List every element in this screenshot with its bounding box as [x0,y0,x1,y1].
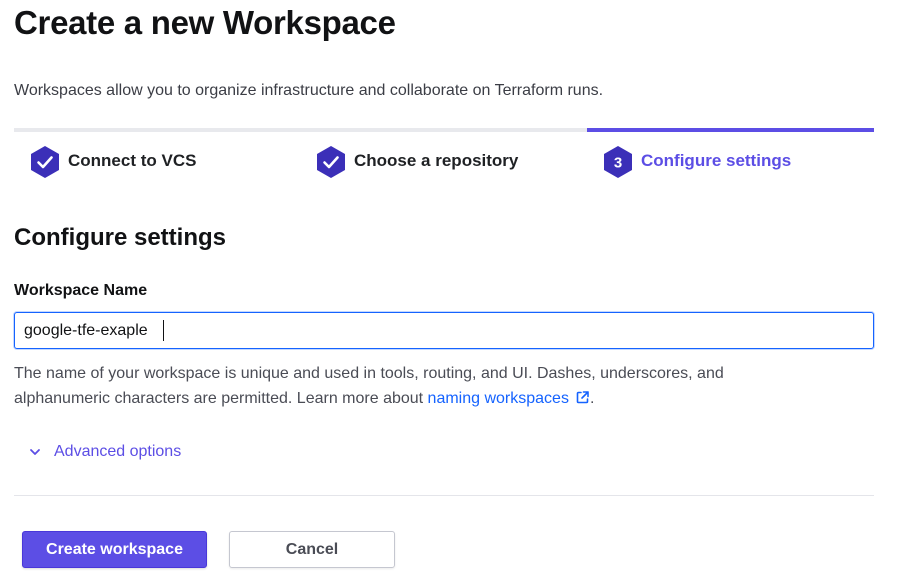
check-icon [316,145,346,179]
advanced-options-toggle[interactable]: Advanced options [28,443,181,461]
step-choose-repository[interactable]: Choose a repository [300,128,587,192]
step-label: Choose a repository [354,151,519,170]
text-cursor [163,320,164,341]
step-progress-bar [14,128,300,132]
step-progress-bar [587,128,874,132]
step-number-icon: 3 [603,145,633,179]
cancel-button[interactable]: Cancel [229,531,395,568]
step-progress-bar [300,128,587,132]
workspace-name-help: The name of your workspace is unique and… [14,361,814,413]
naming-workspaces-link[interactable]: naming workspaces [428,390,590,407]
external-link-icon [575,388,590,413]
section-title: Configure settings [14,224,227,251]
chevron-down-icon [30,449,40,455]
check-icon [30,145,60,179]
workspace-name-label: Workspace Name [14,282,148,299]
step-indicator: Connect to VCS Choose a repository 3 Con… [14,128,874,192]
workspace-name-input[interactable] [14,312,874,349]
link-label: naming workspaces [427,390,569,407]
step-number: 3 [614,155,622,172]
page-description: Workspaces allow you to organize infrast… [14,82,604,99]
divider [14,495,874,496]
help-text: The name of your workspace is unique and… [14,365,724,407]
help-end: . [589,390,595,407]
step-label: Connect to VCS [68,151,197,170]
advanced-options-label: Advanced options [54,443,182,460]
step-configure-settings[interactable]: 3 Configure settings [587,128,874,192]
create-workspace-button[interactable]: Create workspace [22,531,207,568]
step-label: Configure settings [641,151,792,170]
page-title: Create a new Workspace [14,4,396,41]
step-connect-to-vcs[interactable]: Connect to VCS [14,128,300,192]
